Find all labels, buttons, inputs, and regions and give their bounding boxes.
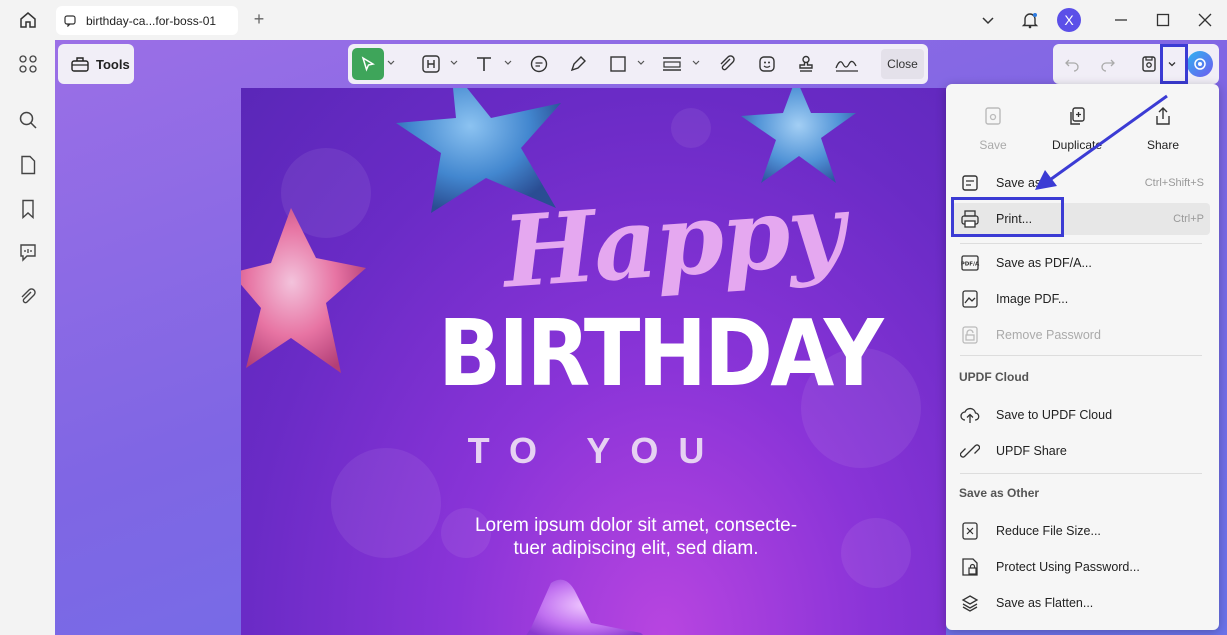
menu-divider bbox=[960, 243, 1202, 244]
chevron-down-icon[interactable] bbox=[637, 59, 645, 67]
chevron-down-icon[interactable] bbox=[977, 13, 999, 27]
attachment-icon[interactable] bbox=[17, 286, 39, 308]
menu-item-image-pdf[interactable]: Image PDF... bbox=[952, 283, 1210, 315]
menu-item-reduce-size[interactable]: Reduce File Size... bbox=[952, 515, 1210, 547]
right-toolbar bbox=[1053, 44, 1219, 84]
chevron-down-icon[interactable] bbox=[504, 59, 512, 67]
lorem-text: Lorem ipsum dolor sit amet, consecte- tu… bbox=[441, 514, 831, 560]
document-page: Happy BIRTHDAY TO YOU Lorem ipsum dolor … bbox=[241, 88, 946, 635]
chevron-down-icon[interactable] bbox=[387, 59, 395, 67]
menu-item-label: Image PDF... bbox=[996, 292, 1069, 306]
menu-item-label: Reduce File Size... bbox=[996, 524, 1101, 538]
menu-item-label: Save as Flatten... bbox=[996, 596, 1094, 610]
chevron-down-icon[interactable] bbox=[692, 59, 700, 67]
tools-label: Tools bbox=[96, 56, 130, 72]
annotation-toolbar: Close bbox=[348, 44, 928, 84]
save-menu-label: Save bbox=[979, 138, 1007, 152]
tools-button[interactable]: Tools bbox=[58, 44, 134, 84]
rectangle-tool-icon[interactable] bbox=[607, 52, 629, 76]
measure-tool-icon[interactable] bbox=[661, 52, 683, 76]
purple-star-balloon bbox=[526, 579, 643, 635]
menu-item-shortcut: Ctrl+P bbox=[1173, 213, 1204, 225]
comments-icon[interactable] bbox=[17, 241, 39, 263]
pages-icon[interactable] bbox=[17, 154, 39, 176]
save-menu-button[interactable]: Save bbox=[953, 104, 1033, 152]
redo-icon[interactable] bbox=[1097, 53, 1119, 75]
home-button[interactable] bbox=[14, 8, 42, 32]
comment-tool-icon[interactable] bbox=[528, 52, 550, 76]
other-section-header: Save as Other bbox=[959, 486, 1040, 500]
pen-tool-icon[interactable] bbox=[567, 52, 589, 76]
happy-heading: Happy bbox=[499, 172, 847, 311]
text-tool-icon[interactable] bbox=[473, 52, 495, 76]
menu-divider bbox=[960, 473, 1202, 474]
toolbox-icon bbox=[71, 57, 89, 72]
left-sidebar bbox=[5, 40, 50, 635]
shield-lock-icon bbox=[958, 557, 982, 577]
apps-icon[interactable] bbox=[17, 53, 39, 75]
annotation-arrow bbox=[1035, 94, 1168, 190]
bell-icon[interactable] bbox=[1019, 11, 1041, 29]
home-icon bbox=[20, 12, 36, 28]
cloud-upload-icon bbox=[958, 405, 982, 425]
menu-item-label: Protect Using Password... bbox=[996, 560, 1140, 574]
lorem-line: Lorem ipsum dolor sit amet, consecte- bbox=[474, 515, 798, 536]
undo-icon[interactable] bbox=[1061, 53, 1083, 75]
bookmark-icon[interactable] bbox=[17, 198, 39, 220]
minimize-icon[interactable] bbox=[1109, 13, 1133, 27]
menu-item-label: Save as PDF/A... bbox=[996, 256, 1092, 270]
menu-item-save-as-pdfa[interactable]: PDF/A Save as PDF/A... bbox=[952, 247, 1210, 279]
svg-text:PDF/A: PDF/A bbox=[961, 262, 980, 268]
save-file-icon[interactable] bbox=[1138, 53, 1160, 75]
search-icon[interactable] bbox=[17, 109, 39, 131]
menu-item-label: Save to UPDF Cloud bbox=[996, 408, 1113, 422]
save-as-icon bbox=[958, 173, 982, 193]
menu-item-label: Remove Password bbox=[996, 328, 1101, 342]
select-tool-button[interactable] bbox=[352, 48, 384, 80]
window-controls: X bbox=[977, 0, 1227, 40]
comment-icon bbox=[64, 14, 78, 28]
bokeh-circle bbox=[671, 108, 711, 148]
print-highlight-box bbox=[951, 197, 1064, 237]
maximize-icon[interactable] bbox=[1151, 13, 1175, 27]
menu-item-protect-password[interactable]: Protect Using Password... bbox=[952, 551, 1210, 583]
new-tab-button[interactable]: + bbox=[249, 9, 269, 30]
menu-divider bbox=[960, 355, 1202, 356]
menu-item-remove-password[interactable]: Remove Password bbox=[952, 319, 1210, 351]
menu-item-save-flatten[interactable]: Save as Flatten... bbox=[952, 587, 1210, 619]
menu-item-save-to-cloud[interactable]: Save to UPDF Cloud bbox=[952, 399, 1210, 431]
menu-item-updf-share[interactable]: UPDF Share bbox=[952, 435, 1210, 467]
attach-tool-icon[interactable] bbox=[716, 52, 738, 76]
unlock-icon bbox=[958, 325, 982, 345]
ai-assistant-icon[interactable] bbox=[1187, 51, 1213, 77]
sticker-tool-icon[interactable] bbox=[756, 52, 778, 76]
save-icon bbox=[985, 107, 1001, 125]
title-bar: birthday-ca...for-boss-01 + X bbox=[0, 0, 1227, 40]
birthday-heading: BIRTHDAY bbox=[438, 300, 884, 407]
signature-tool-icon[interactable] bbox=[834, 52, 860, 76]
dropdown-highlight-box bbox=[1160, 44, 1188, 84]
blue-star-balloon bbox=[741, 88, 856, 183]
stamp-tool-icon[interactable] bbox=[795, 52, 817, 76]
image-pdf-icon bbox=[958, 289, 982, 309]
link-icon bbox=[958, 441, 982, 461]
lorem-line: tuer adipiscing elit, sed diam. bbox=[513, 538, 759, 559]
document-tab[interactable]: birthday-ca...for-boss-01 bbox=[56, 6, 238, 35]
flatten-icon bbox=[958, 593, 982, 613]
avatar[interactable]: X bbox=[1057, 8, 1081, 32]
reduce-size-icon bbox=[958, 521, 982, 541]
pdfa-icon: PDF/A bbox=[958, 253, 982, 273]
tab-title: birthday-ca...for-boss-01 bbox=[86, 13, 217, 28]
cloud-section-header: UPDF Cloud bbox=[959, 370, 1029, 384]
cursor-icon bbox=[361, 56, 375, 72]
chevron-down-icon[interactable] bbox=[450, 59, 458, 67]
menu-item-label: UPDF Share bbox=[996, 444, 1067, 458]
highlight-tool-icon[interactable] bbox=[420, 52, 442, 76]
close-window-icon[interactable] bbox=[1193, 13, 1217, 27]
pink-star-balloon bbox=[241, 208, 366, 373]
close-toolbar-button[interactable]: Close bbox=[881, 49, 924, 79]
bokeh-circle bbox=[841, 518, 911, 588]
to-you-heading: TO YOU bbox=[467, 430, 725, 471]
